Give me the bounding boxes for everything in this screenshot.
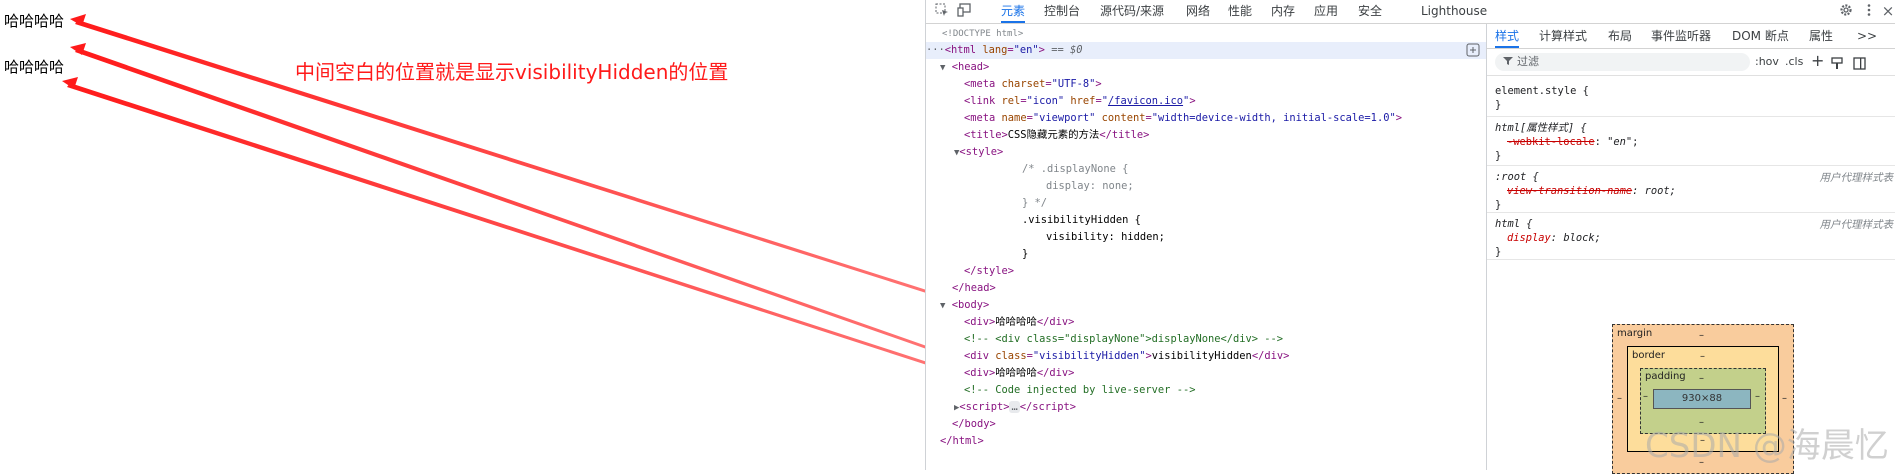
html-node-selected[interactable]: ···<html lang="en"> == $0: [926, 42, 1486, 59]
style-text-5: visibility: hidden;: [1046, 231, 1165, 243]
new-rule-plus-icon[interactable]: +: [1811, 51, 1824, 71]
margin-label: margin: [1617, 328, 1653, 339]
root-close: }: [1495, 199, 1502, 211]
margin-left-value: –: [1617, 393, 1622, 404]
box-model-content[interactable]: 930×88: [1653, 389, 1751, 409]
paint-brush-icon[interactable]: [1831, 55, 1843, 74]
rule-root: :root { 用户代理样式表 view-transition-name: ro…: [1487, 166, 1895, 213]
style-close[interactable]: </style>: [926, 263, 1486, 280]
rule-html-attr: html[属性样式] { -webkit-locale: "en"; }: [1487, 117, 1895, 166]
html-origin: 用户代理样式表: [1819, 219, 1894, 231]
cls-toggle[interactable]: .cls: [1785, 53, 1803, 71]
tab-application[interactable]: 应用: [1314, 0, 1338, 23]
subtab-layout[interactable]: 布局: [1608, 24, 1632, 48]
settings-gear-icon[interactable]: [1838, 3, 1854, 19]
style-text-1: /* .displayNone {: [1022, 163, 1129, 175]
body-close[interactable]: </body>: [926, 416, 1486, 433]
element-style-close: }: [1495, 99, 1502, 111]
script-node[interactable]: ▶<script>… </script>: [926, 399, 1486, 416]
subtab-computed[interactable]: 计算样式: [1539, 24, 1587, 48]
arrow-2: [75, 48, 958, 360]
tab-sources[interactable]: 源代码/来源: [1100, 0, 1164, 23]
subtab-more[interactable]: >>: [1857, 24, 1877, 48]
padding-top-value: –: [1699, 373, 1704, 384]
doctype-line[interactable]: <!DOCTYPE html>: [926, 25, 1486, 42]
inspect-icon[interactable]: [934, 3, 950, 19]
rule-element-style: element.style { }: [1487, 76, 1895, 117]
html-close-brace: }: [1495, 246, 1502, 258]
devtools-panel: 元素 控制台 源代码/来源 网络 性能 内存 应用 安全 Lighthouse …: [925, 0, 1895, 474]
collapsed-ellipsis[interactable]: …: [1009, 401, 1020, 413]
link-icon[interactable]: <link rel="icon" href="/favicon.ico">: [926, 93, 1486, 110]
meta-viewport[interactable]: <meta name="viewport" content="width=dev…: [926, 110, 1486, 127]
border-label: border: [1632, 350, 1666, 361]
styles-filter-bar: 过滤 :hov .cls +: [1487, 49, 1895, 76]
html-attr-selector[interactable]: html[属性样式] {: [1495, 121, 1587, 135]
styles-filter-input[interactable]: 过滤: [1495, 53, 1750, 71]
close-icon[interactable]: ×: [1880, 3, 1895, 19]
html-selector[interactable]: html {: [1495, 217, 1533, 231]
margin-right-value: –: [1782, 393, 1787, 404]
hov-toggle[interactable]: :hov: [1755, 53, 1779, 71]
tab-network[interactable]: 网络: [1186, 0, 1210, 23]
body-open[interactable]: ▼ <body>: [926, 297, 1486, 314]
styles-subtabs: 样式 计算样式 布局 事件监听器 DOM 断点 属性 >>: [1487, 24, 1895, 49]
html-close[interactable]: </html>: [926, 433, 1486, 450]
arrow-1: [75, 20, 958, 303]
comment-displaynone[interactable]: <!-- <div class="displayNone">displayNon…: [926, 331, 1486, 348]
comment-live-server[interactable]: <!-- Code injected by live-server -->: [926, 382, 1486, 399]
div-node-2[interactable]: <div>哈哈哈哈</div>: [926, 365, 1486, 382]
styles-pane: 样式 计算样式 布局 事件监听器 DOM 断点 属性 >> 过滤 :hov .c…: [1486, 24, 1895, 474]
div-visibility-hidden[interactable]: <div class="visibilityHidden">visibility…: [926, 348, 1486, 365]
rule-html: html { 用户代理样式表 display: block; }: [1487, 213, 1895, 260]
tab-elements[interactable]: 元素: [1001, 0, 1026, 23]
style-text-6: }: [1022, 248, 1029, 260]
devtools-tabbar: 元素 控制台 源代码/来源 网络 性能 内存 应用 安全 Lighthouse …: [926, 0, 1895, 24]
style-open[interactable]: ▼<style>: [926, 144, 1486, 161]
style-text-3: } */: [1022, 197, 1048, 209]
margin-top-value: –: [1699, 330, 1704, 341]
elements-tree: <!DOCTYPE html> ···<html lang="en"> == $…: [926, 24, 1486, 470]
element-style-selector[interactable]: element.style {: [1495, 84, 1589, 98]
border-top-value: –: [1700, 351, 1705, 362]
locale-declaration[interactable]: -webkit-locale: "en";: [1507, 135, 1638, 149]
tab-security[interactable]: 安全: [1358, 0, 1382, 23]
device-toggle-icon[interactable]: [957, 3, 973, 19]
tab-lighthouse[interactable]: Lighthouse: [1421, 0, 1487, 23]
tab-memory[interactable]: 内存: [1271, 0, 1295, 23]
arrow-3: [67, 83, 958, 375]
toggle-sidebar-icon[interactable]: [1853, 55, 1866, 74]
filter-placeholder: 过滤: [1517, 55, 1539, 68]
subtab-styles[interactable]: 样式: [1495, 24, 1520, 48]
subtab-event-listeners[interactable]: 事件监听器: [1651, 24, 1711, 48]
selected-suffix: == $0: [1051, 44, 1083, 56]
subtab-dom-breakpoints[interactable]: DOM 断点: [1732, 24, 1789, 48]
style-text-4: .visibilityHidden {: [1022, 214, 1141, 226]
root-origin: 用户代理样式表: [1819, 172, 1894, 184]
padding-right-value: –: [1755, 391, 1760, 402]
title-node[interactable]: <title>CSS隐藏元素的方法</title>: [926, 127, 1486, 144]
style-text-2: display: none;: [1046, 180, 1134, 192]
display-declaration[interactable]: display: block;: [1507, 231, 1601, 245]
filter-icon: [1503, 53, 1513, 71]
padding-label: padding: [1645, 371, 1686, 382]
div-node-1[interactable]: <div>哈哈哈哈</div>: [926, 314, 1486, 331]
html-attr-close: }: [1495, 150, 1502, 162]
head-close[interactable]: </head>: [926, 280, 1486, 297]
subtab-properties[interactable]: 属性: [1809, 24, 1833, 48]
watermark: CSDN @海晨忆: [1645, 426, 1889, 466]
meta-charset[interactable]: <meta charset="UTF-8">: [926, 76, 1486, 93]
tab-performance[interactable]: 性能: [1228, 0, 1252, 23]
head-open[interactable]: ▼ <head>: [926, 59, 1486, 76]
kebab-menu-icon[interactable]: [1861, 3, 1877, 19]
root-selector[interactable]: :root {: [1495, 170, 1539, 184]
tab-console[interactable]: 控制台: [1044, 0, 1080, 23]
padding-left-value: –: [1643, 391, 1648, 402]
vt-declaration[interactable]: view-transition-name: root;: [1507, 184, 1676, 198]
